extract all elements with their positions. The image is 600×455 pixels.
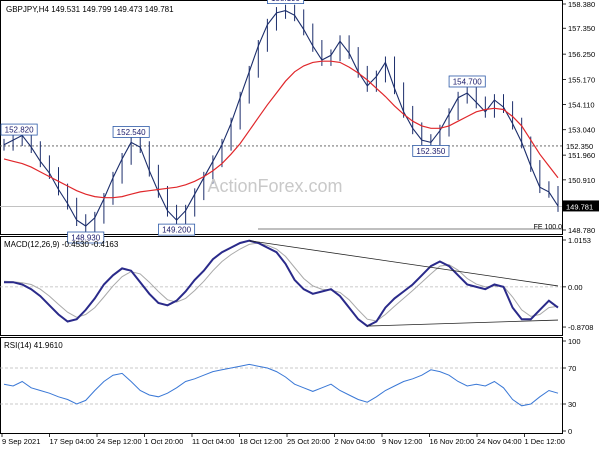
price-axis-tick-label: 154.110 xyxy=(568,101,595,110)
level-axis-label: 152.350 xyxy=(566,142,593,151)
swing-label: 149.200 xyxy=(162,226,191,235)
price-panel-title: GBPJPY,H4 149.531 149.799 149.473 149.78… xyxy=(6,5,174,14)
rsi-axis-tick-label: 70 xyxy=(568,364,576,373)
price-axis-tick-label: 155.170 xyxy=(568,76,595,85)
rsi-panel-frame xyxy=(0,337,563,434)
chart-svg: 152.820152.540148.930149.200158.190154.7… xyxy=(0,0,599,446)
rsi-panel-title: RSI(14) 41.9610 xyxy=(4,341,63,350)
x-axis-label: 24 Nov 04:00 xyxy=(477,437,522,446)
price-axis-tick-label: 158.380 xyxy=(568,0,595,9)
current-price-axis-label: 149.781 xyxy=(566,202,593,211)
fe-label: FE 100.0 xyxy=(534,224,563,231)
x-axis-label: 17 Sep 04:00 xyxy=(50,437,95,446)
x-axis-label: 25 Oct 20:00 xyxy=(287,437,330,446)
x-axis-label: 24 Sep 12:00 xyxy=(97,437,142,446)
price-axis-tick-label: 156.250 xyxy=(568,50,595,59)
swing-label: 152.350 xyxy=(416,147,445,156)
macd-axis-tick-label: -0.8708 xyxy=(568,323,593,332)
rsi-axis-tick-label: 30 xyxy=(568,400,576,409)
price-axis-tick-label: 150.910 xyxy=(568,176,595,185)
swing-label: 152.540 xyxy=(117,128,146,137)
macd-axis-tick-label: 0.00 xyxy=(568,283,583,292)
x-axis-label: 16 Nov 20:00 xyxy=(430,437,475,446)
x-axis-label: 18 Oct 12:00 xyxy=(240,437,283,446)
macd-panel-title: MACD(12,26,9) -0.4530 -0.4163 xyxy=(4,240,119,249)
chart-window: 152.820152.540148.930149.200158.190154.7… xyxy=(0,0,600,450)
price-axis-tick-label: 157.350 xyxy=(568,24,595,33)
macd-panel-frame xyxy=(0,236,563,336)
swing-label: 158.190 xyxy=(271,0,300,3)
rsi-axis-tick-label: 100 xyxy=(568,337,581,346)
swing-label: 154.700 xyxy=(453,77,482,86)
x-axis-label: 2 Nov 04:00 xyxy=(335,437,375,446)
rsi-axis-tick-label: 0 xyxy=(568,427,572,436)
x-axis-label: 1 Dec 12:00 xyxy=(525,437,565,446)
watermark-text: ActionForex.com xyxy=(207,176,342,196)
price-axis-tick-label: 153.040 xyxy=(568,126,595,135)
swing-label: 152.820 xyxy=(5,126,34,135)
price-axis-tick-label: 151.960 xyxy=(568,151,595,160)
price-panel-frame xyxy=(0,0,563,235)
x-axis-label: 11 Oct 04:00 xyxy=(192,437,234,446)
macd-axis-tick-label: 1.0153 xyxy=(568,236,591,245)
x-axis-label: 1 Oct 20:00 xyxy=(145,437,184,446)
price-axis-tick-label: 148.780 xyxy=(568,226,595,235)
x-axis-label: 9 Sep 2021 xyxy=(2,437,40,446)
x-axis-label: 9 Nov 12:00 xyxy=(382,437,422,446)
